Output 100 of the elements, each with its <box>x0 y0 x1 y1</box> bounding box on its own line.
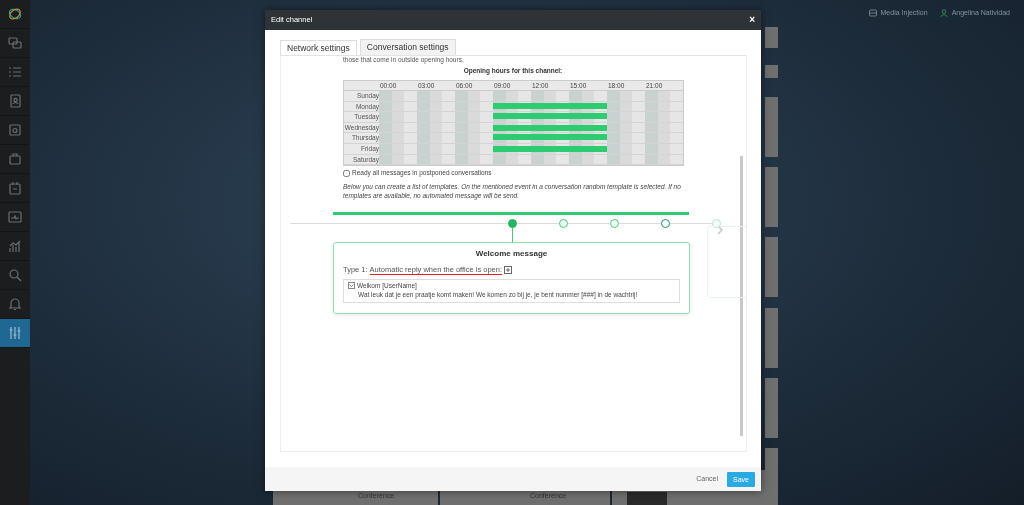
closed-hour-cell[interactable] <box>493 154 506 166</box>
closed-hour-cell[interactable] <box>391 154 405 166</box>
closed-hour-cell[interactable] <box>607 133 620 144</box>
closed-hour-cell[interactable] <box>467 143 481 155</box>
closed-hour-cell[interactable] <box>607 143 620 155</box>
closed-hour-cell[interactable] <box>607 122 620 134</box>
closed-hour-cell[interactable] <box>379 91 392 102</box>
closed-hour-cell[interactable] <box>531 91 544 102</box>
closed-hour-cell[interactable] <box>619 133 633 144</box>
open-hour-cell[interactable] <box>594 122 607 134</box>
closed-hour-cell[interactable] <box>569 154 582 166</box>
open-hour-cell[interactable] <box>493 112 506 123</box>
closed-hour-cell[interactable] <box>581 154 595 166</box>
closed-hour-cell[interactable] <box>505 154 519 166</box>
close-button[interactable]: × <box>749 15 755 25</box>
closed-hour-cell[interactable] <box>645 112 658 123</box>
closed-hour-cell[interactable] <box>455 91 468 102</box>
closed-hour-cell[interactable] <box>645 143 658 155</box>
closed-hour-cell[interactable] <box>417 91 430 102</box>
closed-hour-cell[interactable] <box>429 143 443 155</box>
closed-hour-cell[interactable] <box>467 154 481 166</box>
closed-hour-cell[interactable] <box>391 133 405 144</box>
checklist-icon <box>8 65 22 79</box>
closed-hour-cell[interactable] <box>455 143 468 155</box>
closed-hour-cell[interactable] <box>467 133 481 144</box>
closed-hour-cell[interactable] <box>607 154 620 166</box>
closed-hour-cell[interactable] <box>379 112 392 123</box>
closed-hour-cell[interactable] <box>607 101 620 113</box>
closed-hour-cell[interactable] <box>391 143 405 155</box>
closed-hour-cell[interactable] <box>645 154 658 166</box>
closed-hour-cell[interactable] <box>657 154 671 166</box>
closed-hour-cell[interactable] <box>417 133 430 144</box>
closed-hour-cell[interactable] <box>429 154 443 166</box>
closed-hour-cell[interactable] <box>467 91 481 102</box>
closed-hour-cell[interactable] <box>391 112 405 123</box>
tab[interactable]: Network settings <box>280 40 357 55</box>
closed-hour-cell[interactable] <box>581 91 595 102</box>
tab[interactable]: Conversation settings <box>359 39 456 55</box>
timeline-step[interactable] <box>661 218 670 228</box>
open-hour-cell[interactable] <box>493 133 506 144</box>
open-hour-cell[interactable] <box>594 112 607 123</box>
open-hour-cell[interactable] <box>493 101 506 113</box>
closed-hour-cell[interactable] <box>645 91 658 102</box>
closed-hour-cell[interactable] <box>505 91 519 102</box>
logo-icon <box>8 8 22 20</box>
closed-hour-cell[interactable] <box>657 112 671 123</box>
monitor-graph-icon <box>8 210 22 224</box>
closed-hour-cell[interactable] <box>429 133 443 144</box>
open-hour-cell[interactable] <box>493 143 506 155</box>
closed-hour-cell[interactable] <box>607 91 620 102</box>
closed-hour-cell[interactable] <box>657 133 671 144</box>
timeline-step[interactable] <box>559 218 568 228</box>
closed-hour-cell[interactable] <box>455 101 468 113</box>
open-hour-cell[interactable] <box>594 133 607 144</box>
closed-hour-cell[interactable] <box>455 133 468 144</box>
open-hour-cell[interactable] <box>493 122 506 134</box>
closed-hour-cell[interactable] <box>645 122 658 134</box>
closed-hour-cell[interactable] <box>455 122 468 134</box>
closed-hour-cell[interactable] <box>417 154 430 166</box>
closed-hour-cell[interactable] <box>569 91 582 102</box>
open-hour-cell[interactable] <box>594 143 607 155</box>
scrollbar-thumb[interactable] <box>740 156 743 436</box>
photo-placeholder <box>627 492 667 505</box>
closed-hour-cell[interactable] <box>455 112 468 123</box>
closed-hour-cell[interactable] <box>645 133 658 144</box>
closed-hour-cell[interactable] <box>379 143 392 155</box>
closed-hour-cell[interactable] <box>417 143 430 155</box>
closed-hour-cell[interactable] <box>379 133 392 144</box>
closed-hour-cell[interactable] <box>379 101 392 113</box>
closed-hour-cell[interactable] <box>429 112 443 123</box>
closed-hour-cell[interactable] <box>619 112 633 123</box>
closed-hour-cell[interactable] <box>645 101 658 113</box>
sidebar-item[interactable] <box>0 319 30 348</box>
closed-hour-cell[interactable] <box>607 112 620 123</box>
closed-hour-cell[interactable] <box>493 91 506 102</box>
closed-hour-cell[interactable] <box>417 101 430 113</box>
closed-hour-cell[interactable] <box>657 143 671 155</box>
closed-hour-cell[interactable] <box>417 122 430 134</box>
closed-hour-cell[interactable] <box>379 154 392 166</box>
closed-hour-cell[interactable] <box>657 91 671 102</box>
closed-hour-cell[interactable] <box>379 122 392 134</box>
add-icon[interactable] <box>504 265 513 274</box>
closed-hour-cell[interactable] <box>543 154 557 166</box>
read-all-checkbox[interactable] <box>343 169 350 177</box>
closed-hour-cell[interactable] <box>619 143 633 155</box>
closed-hour-cell[interactable] <box>467 112 481 123</box>
timeline-step[interactable] <box>508 218 517 228</box>
closed-hour-cell[interactable] <box>455 154 468 166</box>
chevron-right-icon[interactable] <box>717 224 723 235</box>
closed-hour-cell[interactable] <box>543 91 557 102</box>
background-card <box>765 308 778 368</box>
closed-hour-cell[interactable] <box>619 91 633 102</box>
closed-hour-cell[interactable] <box>619 154 633 166</box>
closed-hour-cell[interactable] <box>429 91 443 102</box>
closed-hour-cell[interactable] <box>531 154 544 166</box>
open-hour-cell[interactable] <box>594 101 607 113</box>
closed-hour-cell[interactable] <box>391 91 405 102</box>
closed-hour-cell[interactable] <box>417 112 430 123</box>
timeline-step[interactable] <box>610 218 619 228</box>
add-button[interactable] <box>765 27 778 48</box>
